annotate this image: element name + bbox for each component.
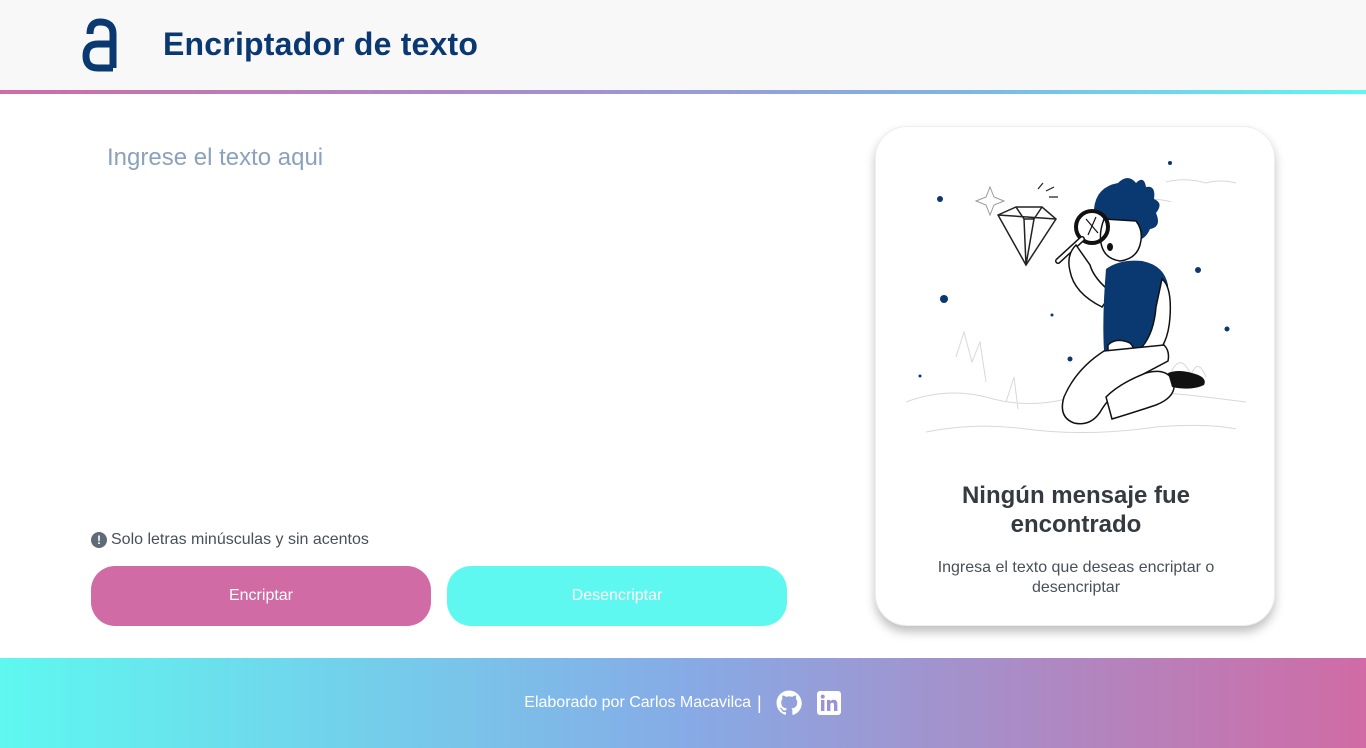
footer-separator: | — [757, 692, 762, 713]
page-title: Encriptador de texto — [163, 26, 479, 62]
alura-logo-icon[interactable] — [80, 18, 118, 72]
page-footer: Elaborado por Carlos Macavilca | — [0, 658, 1366, 748]
header-gradient-divider — [0, 90, 1366, 94]
app-header: Encriptador de texto — [0, 0, 1366, 91]
hint-text: Solo letras minúsculas y sin acentos — [111, 531, 369, 548]
person-with-magnifying-glass-illustration — [906, 161, 1246, 434]
footer-credit: Elaborado por Carlos Macavilca — [524, 694, 752, 711]
exclamation-circle-icon: ! — [91, 532, 107, 548]
linkedin-icon[interactable] — [816, 690, 842, 716]
empty-state-title: Ningún mensaje fue encontrado — [961, 482, 1191, 538]
encrypt-button[interactable]: Encriptar — [91, 566, 431, 626]
input-hint: ! Solo letras minúsculas y sin acentos — [91, 531, 369, 549]
github-icon[interactable] — [776, 690, 802, 716]
result-card: Ningún mensaje fue encontrado Ingresa el… — [875, 126, 1275, 626]
empty-state-text: Ingresa el texto que deseas encriptar o … — [937, 559, 1215, 596]
text-input[interactable] — [95, 138, 795, 508]
decrypt-button[interactable]: Desencriptar — [447, 566, 787, 626]
